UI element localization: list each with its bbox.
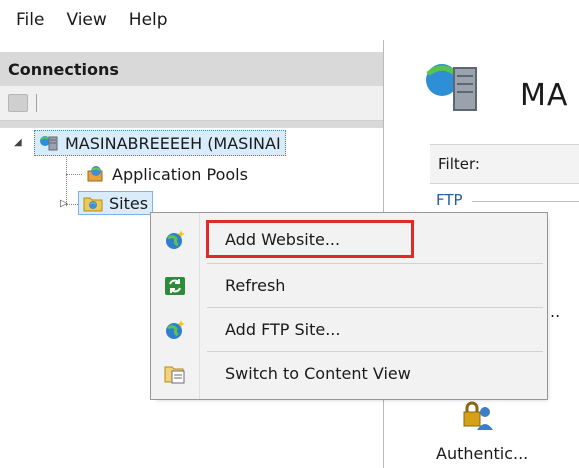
- tree-item-application-pools[interactable]: Application Pools: [86, 161, 248, 187]
- connections-title: Connections: [8, 60, 119, 79]
- go-back-icon[interactable]: [8, 94, 28, 112]
- ftp-group-header[interactable]: FTP: [436, 191, 463, 209]
- server-node-label: MASINABREEEEH (MASINAI: [65, 133, 281, 153]
- connections-toolbar: [0, 86, 383, 121]
- toolbar-separator: [36, 94, 37, 112]
- sites-folder-icon: [83, 194, 103, 212]
- partial-feature-label[interactable]: ..: [550, 302, 560, 321]
- menu-file[interactable]: File: [16, 10, 44, 30]
- collapse-arrow-icon[interactable]: ◢: [14, 137, 22, 148]
- server-icon: [39, 134, 59, 152]
- menu-item-label: Switch to Content View: [225, 363, 411, 383]
- authentication-label[interactable]: Authentic...: [436, 444, 528, 463]
- menu-item-refresh[interactable]: Refresh: [151, 265, 547, 305]
- add-website-highlight-box: [206, 220, 414, 258]
- sites-node-selection[interactable]: Sites: [78, 191, 154, 215]
- menu-item-switch-to-content-view[interactable]: Switch to Content View: [151, 353, 547, 393]
- tree-item-server[interactable]: ◢ MASINABREEEEH (MASINAI: [14, 130, 286, 156]
- expand-arrow-icon[interactable]: ▷: [60, 198, 68, 209]
- globe-add-icon: [164, 229, 186, 251]
- menu-separator: [207, 307, 543, 308]
- menu-separator: [207, 351, 543, 352]
- application-pools-icon: [86, 165, 106, 183]
- refresh-icon: [164, 275, 186, 297]
- sites-label: Sites: [109, 193, 149, 213]
- menu-help[interactable]: Help: [129, 10, 168, 30]
- server-home-title: MA: [520, 78, 569, 113]
- ftp-group-divider: [472, 201, 579, 202]
- filter-bar: Filter:: [430, 144, 579, 184]
- globe-add-icon: [164, 319, 186, 341]
- menu-view[interactable]: View: [66, 10, 106, 30]
- menu-item-add-ftp-site[interactable]: Add FTP Site...: [151, 309, 547, 349]
- menu-item-label: Refresh: [225, 275, 286, 295]
- menu-separator: [207, 263, 543, 264]
- content-view-icon: [164, 363, 186, 385]
- server-large-icon: [420, 54, 484, 118]
- tree-connector: [66, 174, 82, 175]
- menu-item-label: Add FTP Site...: [225, 319, 341, 339]
- server-node-selection[interactable]: MASINABREEEEH (MASINAI: [34, 130, 286, 156]
- filter-label: Filter:: [438, 155, 480, 173]
- application-pools-label: Application Pools: [112, 164, 248, 184]
- tree-item-sites[interactable]: ▷ Sites: [60, 190, 154, 216]
- authentication-icon[interactable]: [460, 398, 494, 432]
- menu-bar: File View Help: [0, 0, 579, 40]
